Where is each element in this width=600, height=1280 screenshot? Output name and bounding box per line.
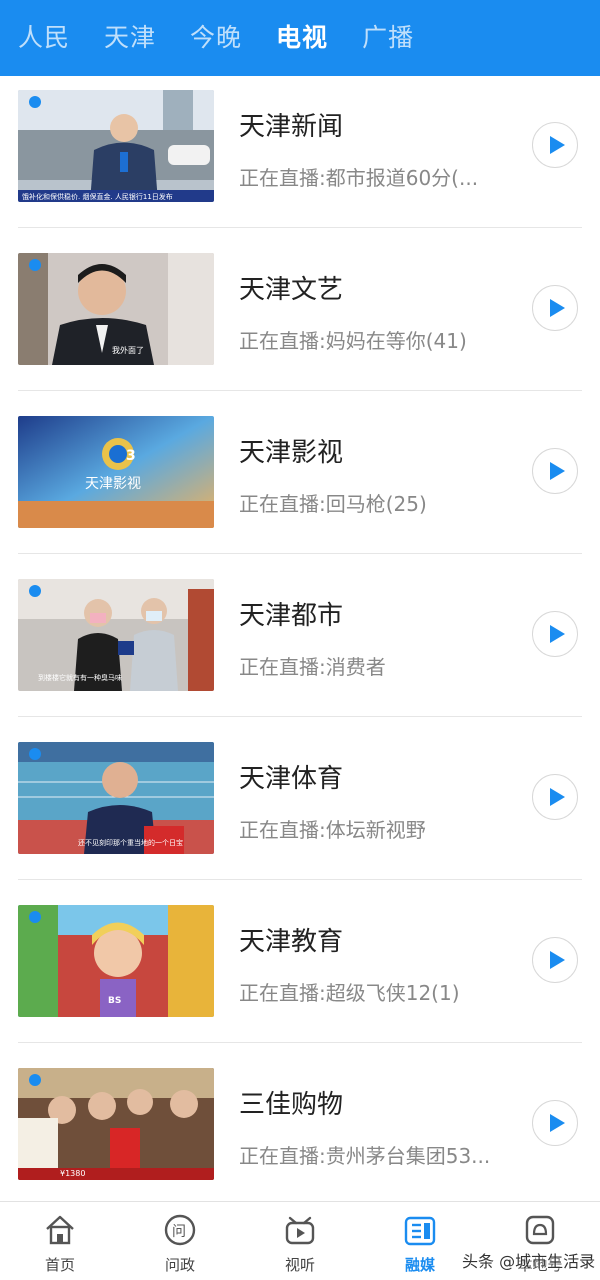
channel-list: 饿补化和保供稳价. 烟保直金. 人民银行11日发布 天津新闻 正在直播:都市报道… — [0, 76, 600, 1206]
play-button[interactable] — [532, 774, 578, 820]
nav-ask-label: 问政 — [164, 1256, 195, 1274]
play-button[interactable] — [532, 448, 578, 494]
nav-av-label: 视听 — [284, 1256, 315, 1274]
thumbnail-caption: 天津影视 — [85, 476, 141, 492]
channel-thumbnail: 3 天津影视 — [18, 416, 214, 528]
ask-icon: 问 — [164, 1214, 196, 1246]
channel-name: 天津影视 — [239, 438, 344, 468]
play-icon — [549, 625, 565, 643]
channel-thumbnail: 到楼楼它就有有一种臭马味 — [18, 579, 214, 691]
play-icon — [549, 136, 565, 154]
play-button[interactable] — [532, 611, 578, 657]
svg-text:问: 问 — [172, 1224, 186, 1240]
channel-item-tianjin-arts[interactable]: 我外面了 天津文艺 正在直播:妈妈在等你(41) — [18, 228, 582, 391]
channel-thumbnail: 我外面了 — [18, 253, 214, 365]
tab-tv[interactable]: 电视 — [276, 0, 328, 76]
tv-icon — [285, 1216, 315, 1245]
play-button[interactable] — [532, 937, 578, 983]
play-button[interactable] — [532, 285, 578, 331]
tab-tianjin[interactable]: 天津 — [104, 0, 156, 76]
nav-media-label: 融媒 — [404, 1256, 435, 1274]
play-icon — [549, 1114, 565, 1132]
svg-text:3: 3 — [126, 448, 136, 464]
tab-radio[interactable]: 广播 — [362, 0, 414, 76]
channel-thumbnail: 饿补化和保供稳价. 烟保直金. 人民银行11日发布 — [18, 90, 214, 202]
tab-renmin[interactable]: 人民 — [18, 0, 70, 76]
channel-name: 天津体育 — [239, 764, 344, 794]
nav-av[interactable]: 视听 — [240, 1202, 360, 1280]
thumbnail-caption: 到楼楼它就有有一种臭马味 — [38, 673, 122, 682]
nav-ask[interactable]: 问 问政 — [120, 1202, 240, 1280]
channel-item-tianjin-film[interactable]: 3 天津影视 天津影视 正在直播:回马枪(25) — [18, 391, 582, 554]
thumbnail-caption: ¥1380 — [60, 1169, 85, 1178]
channel-thumbnail: BS — [18, 905, 214, 1017]
thumbnail-caption: 饿补化和保供稳价. 烟保直金. 人民银行11日发布 — [22, 192, 173, 201]
now-playing: 正在直播:体坛新视野 — [239, 818, 426, 842]
now-playing: 正在直播:消费者 — [239, 655, 386, 679]
now-playing: 正在直播:超级飞侠12(1) — [239, 981, 460, 1005]
channel-thumbnail: ¥1380 — [18, 1068, 214, 1180]
channel-name: 天津文艺 — [239, 275, 344, 305]
channel-name: 天津都市 — [239, 601, 344, 631]
channel-item-tianjin-city[interactable]: 到楼楼它就有有一种臭马味 天津都市 正在直播:消费者 — [18, 554, 582, 717]
thumbnail-caption: 我外面了 — [112, 345, 144, 355]
local-icon — [525, 1215, 555, 1245]
now-playing: 正在直播:妈妈在等你(41) — [239, 329, 467, 353]
watermark: 头条 @城市生活录 — [462, 1252, 596, 1271]
tab-jinwan[interactable]: 今晚 — [190, 0, 242, 76]
channel-name: 三佳购物 — [239, 1090, 344, 1120]
channel-name: 天津教育 — [239, 927, 344, 957]
nav-home-label: 首页 — [44, 1256, 75, 1274]
now-playing: 正在直播:都市报道60分(... — [239, 166, 479, 190]
thumbnail-caption: BS — [108, 996, 121, 1006]
play-button[interactable] — [532, 1100, 578, 1146]
channel-item-tianjin-sports[interactable]: 还不见刻印那个重当地的一个日宝 天津体育 正在直播:体坛新视野 — [18, 717, 582, 880]
app-screen: 人民 天津 今晚 电视 广播 饿补化和保供稳价. 烟保直金. 人民银行11日发布… — [0, 0, 600, 1280]
home-icon — [46, 1215, 74, 1245]
play-icon — [549, 788, 565, 806]
now-playing: 正在直播:贵州茅台集团53... — [239, 1144, 491, 1168]
channel-item-tianjin-education[interactable]: BS 天津教育 正在直播:超级飞侠12(1) — [18, 880, 582, 1043]
media-icon — [404, 1216, 436, 1246]
top-tab-bar: 人民 天津 今晚 电视 广播 — [0, 0, 600, 76]
now-playing: 正在直播:回马枪(25) — [239, 492, 427, 516]
play-button[interactable] — [532, 122, 578, 168]
channel-item-tianjin-news[interactable]: 饿补化和保供稳价. 烟保直金. 人民银行11日发布 天津新闻 正在直播:都市报道… — [18, 76, 582, 228]
channel-item-sanjia-shopping[interactable]: ¥1380 三佳购物 正在直播:贵州茅台集团53... — [18, 1043, 582, 1206]
play-icon — [549, 299, 565, 317]
play-icon — [549, 462, 565, 480]
nav-home[interactable]: 首页 — [0, 1202, 120, 1280]
channel-thumbnail: 还不见刻印那个重当地的一个日宝 — [18, 742, 214, 854]
channel-name: 天津新闻 — [239, 112, 344, 142]
play-icon — [549, 951, 565, 969]
thumbnail-caption: 还不见刻印那个重当地的一个日宝 — [78, 838, 183, 847]
